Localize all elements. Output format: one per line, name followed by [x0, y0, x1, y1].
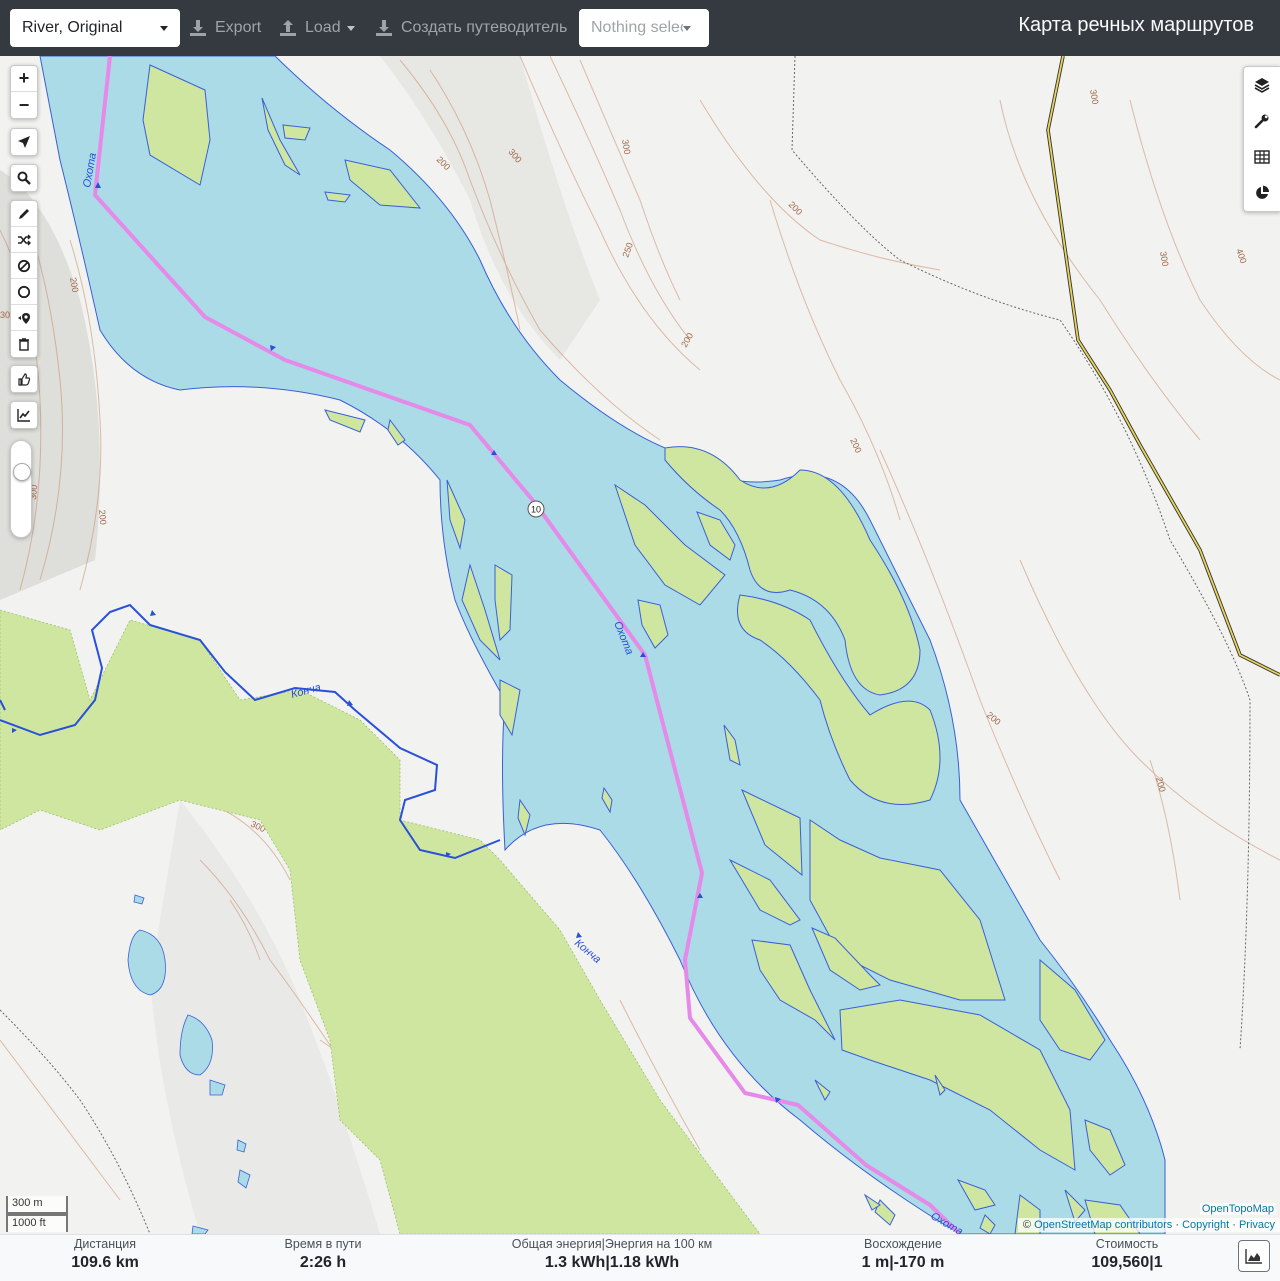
stat-energy-label: Общая энергия|Энергия на 100 км: [511, 1237, 713, 1251]
stat-energy-per100-unit: kWh: [645, 1254, 680, 1271]
elevation-icon: [17, 409, 30, 422]
stat-descent-value: -170: [893, 1254, 926, 1271]
table-icon: [1254, 150, 1270, 164]
circle-button[interactable]: [11, 279, 37, 305]
elevation-chart-button[interactable]: [1238, 1240, 1270, 1272]
scale-imperial: 1000 ft: [6, 1214, 68, 1232]
stat-ascent-unit: m: [874, 1254, 890, 1271]
profile-select[interactable]: River, Original: [10, 9, 180, 47]
search-control: [10, 164, 38, 192]
pie-chart-icon: [1256, 185, 1270, 199]
chevron-down-icon: [346, 25, 355, 31]
map-svg: 300 200 300 200 250 200 300 300 400 200 …: [0, 56, 1280, 1234]
zoom-out-button[interactable]: −: [11, 92, 37, 118]
chevron-down-icon: [683, 25, 691, 31]
download-icon: [190, 20, 206, 36]
privacy-link[interactable]: Privacy: [1239, 1219, 1275, 1231]
stat-energy: Общая энергия|Энергия на 100 км 1.3 kWh|…: [492, 1237, 732, 1272]
layers-button[interactable]: [1244, 67, 1280, 103]
create-guide-label: Создать путеводитель: [401, 19, 568, 36]
attribution-separator: ·: [1232, 1219, 1236, 1231]
stat-energy-value: 1.3: [544, 1254, 568, 1271]
no-go-icon: [17, 259, 31, 272]
upload-icon: [280, 20, 296, 36]
layers-icon: [1254, 78, 1270, 93]
stat-ascent: Восхождение 1 m|-170 m: [843, 1237, 963, 1272]
poi-button[interactable]: [11, 305, 37, 331]
locate-button[interactable]: [11, 129, 37, 155]
track-select-placeholder: Nothing selected: [591, 19, 683, 36]
route-stats-bar: Дистанция 109.6 km Время в пути 2:26 h О…: [0, 1234, 1280, 1281]
drawing-toolbar: [10, 200, 38, 358]
top-navbar: River, Original Export Load Создать путе…: [0, 0, 1280, 56]
scale-metric: 300 m: [6, 1196, 68, 1214]
chevron-down-icon: [160, 25, 168, 31]
map-attribution: © OpenStreetMap contributors · Copyright…: [1017, 1218, 1280, 1232]
elevation-button[interactable]: [11, 402, 37, 428]
stat-travel-time-label: Время в пути: [284, 1237, 362, 1251]
export-button[interactable]: Export: [188, 9, 261, 47]
area-chart-icon: [1245, 1249, 1262, 1264]
trash-icon: [19, 338, 29, 351]
elevation-control: [10, 401, 38, 429]
feedback-control: [10, 365, 38, 393]
locate-icon: [18, 136, 30, 148]
search-button[interactable]: [11, 165, 37, 191]
load-button[interactable]: Load: [278, 9, 355, 47]
app-title: Карта речных маршрутов: [1018, 14, 1254, 36]
stat-cost-value: 109,560: [1091, 1254, 1150, 1271]
stat-travel-time-unit: h: [336, 1254, 347, 1271]
stat-energy-unit: kWh: [571, 1254, 606, 1271]
attribution-separator: ·: [1175, 1219, 1179, 1231]
osm-attribution-link[interactable]: OpenStreetMap contributors: [1034, 1219, 1172, 1231]
no-go-area-button[interactable]: [11, 253, 37, 279]
settings-button[interactable]: [1244, 103, 1280, 139]
tile-attribution-link[interactable]: OpenTopoMap: [1199, 1203, 1276, 1215]
map-scale: 300 m 1000 ft: [6, 1196, 68, 1232]
stat-cost-label: Стоимость: [1095, 1237, 1159, 1251]
load-label: Load: [305, 19, 341, 36]
stat-distance-label: Дистанция: [73, 1237, 137, 1251]
track-select[interactable]: Nothing selected: [579, 9, 709, 47]
opacity-slider[interactable]: [10, 440, 32, 538]
shuffle-button[interactable]: [11, 227, 37, 253]
locate-control: [10, 128, 38, 156]
table-button[interactable]: [1244, 139, 1280, 175]
stat-ascent-label: Восхождение: [864, 1237, 942, 1251]
statistics-button[interactable]: [1244, 175, 1280, 211]
right-toolbar: [1243, 66, 1280, 212]
stat-distance-value: 109.6: [71, 1254, 112, 1271]
draw-icon: [19, 208, 29, 219]
stat-distance: Дистанция 109.6 km: [50, 1237, 160, 1272]
stat-travel-time: Время в пути 2:26 h: [263, 1237, 383, 1272]
stat-ascent-value: 1: [861, 1254, 871, 1271]
thumb-button[interactable]: [11, 366, 37, 392]
thumb-icon: [18, 373, 31, 386]
stat-distance-unit: km: [115, 1254, 139, 1271]
stat-descent-unit: m: [930, 1254, 945, 1271]
draw-route-button[interactable]: [11, 201, 37, 227]
delete-button[interactable]: [11, 331, 37, 357]
opacity-slider-handle[interactable]: [13, 463, 31, 481]
export-label: Export: [215, 19, 262, 36]
copyright-link[interactable]: Copyright: [1182, 1219, 1229, 1231]
stat-energy-per100-value: 1.18: [609, 1254, 641, 1271]
stat-travel-time-value: 2:26: [299, 1254, 332, 1271]
zoom-in-button[interactable]: +: [11, 66, 37, 92]
stat-cost: Стоимость 109,560|1: [1067, 1237, 1187, 1272]
search-icon: [17, 171, 31, 185]
create-guide-button[interactable]: Создать путеводитель: [374, 9, 567, 47]
poi-icon: [18, 312, 30, 324]
stat-cost-count: 1: [1153, 1254, 1163, 1271]
wrench-icon: [1254, 114, 1269, 129]
shuffle-icon: [18, 234, 31, 245]
zoom-control: + −: [10, 65, 38, 119]
contour-label: 200: [97, 509, 108, 525]
profile-select-value: River, Original: [22, 19, 123, 36]
download-icon: [376, 20, 392, 36]
attribution-prefix: ©: [1022, 1219, 1032, 1231]
route-waypoint-number: 10: [531, 505, 541, 515]
circle-icon: [17, 285, 31, 298]
map-canvas[interactable]: 300 200 300 200 250 200 300 300 400 200 …: [0, 56, 1280, 1234]
